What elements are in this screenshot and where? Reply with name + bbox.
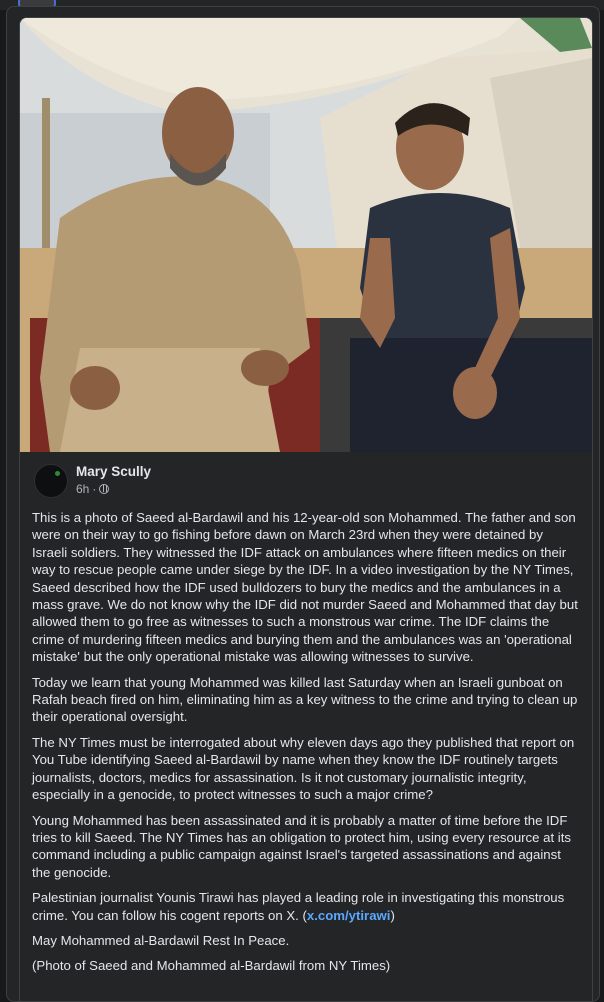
author-avatar[interactable] [34,464,68,498]
globe-icon [99,484,110,494]
author-name[interactable]: Mary Scully [76,464,151,479]
shared-post-card: Mary Scully 6h · This is a photo of Saee… [6,6,600,1002]
post-paragraph: The NY Times must be interrogated about … [32,734,575,803]
x-profile-link[interactable]: x.com/ytirawi [307,908,391,923]
post-paragraph: This is a photo of Saeed al-Bardawil and… [32,510,578,665]
post-paragraph: Today we learn that young Mohammed was k… [32,674,578,725]
post-author-row: Mary Scully 6h · [34,464,554,504]
post-body: This is a photo of Saeed al-Bardawil and… [32,509,580,983]
paragraph-text: ) [390,907,395,923]
post-paragraph: Young Mohammed has been assassinated and… [32,812,571,880]
post-meta: 6h · [76,482,110,496]
original-post: Mary Scully 6h · This is a photo of Saee… [19,17,593,1001]
post-photo[interactable] [20,18,592,452]
post-paragraph: (Photo of Saeed and Mohammed al-Bardawil… [32,958,391,974]
paragraph-text: Palestinian journalist Younis Tirawi has… [32,890,565,923]
photo-illustration [20,18,592,452]
meta-separator: · [92,482,97,496]
post-paragraph: May Mohammed al-Bardawil Rest In Peace. [32,932,290,948]
post-time[interactable]: 6h [76,482,89,496]
post-paragraph: Palestinian journalist Younis Tirawi has… [32,889,580,924]
